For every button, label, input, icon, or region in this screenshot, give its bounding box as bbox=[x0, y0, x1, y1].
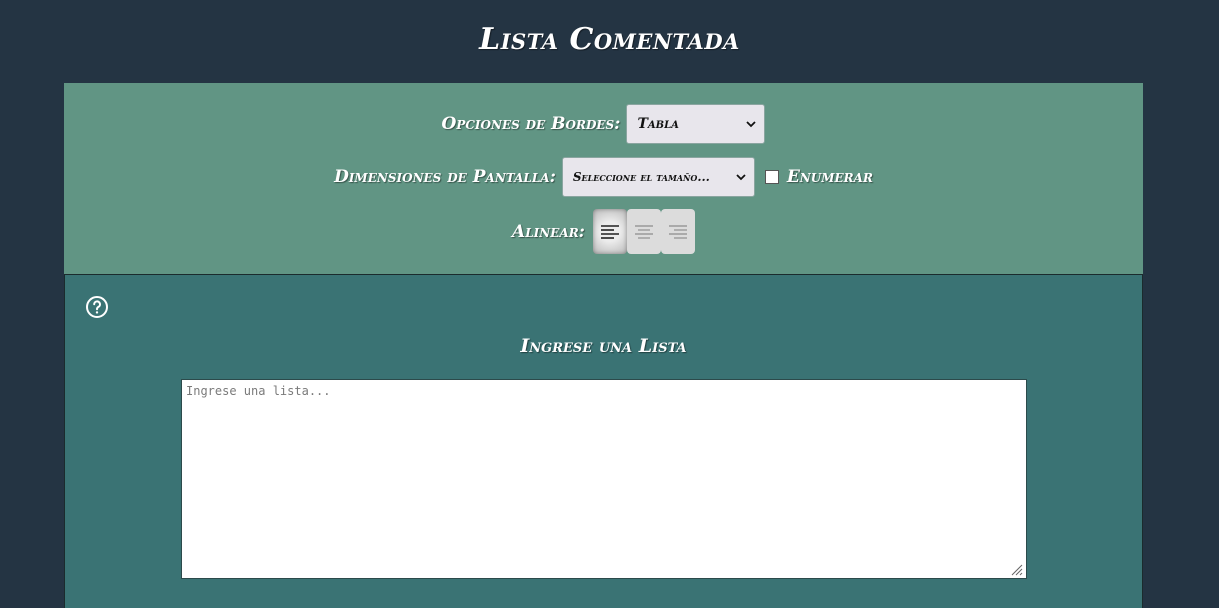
align-row: Alinear: bbox=[64, 209, 1143, 254]
dimensions-select[interactable]: Seleccione el tamaño... bbox=[561, 157, 755, 197]
align-center-button[interactable] bbox=[626, 209, 661, 254]
borders-label: Opciones de Bordes: bbox=[441, 114, 621, 134]
borders-select[interactable]: Tabla bbox=[626, 104, 766, 144]
chevron-down-icon bbox=[746, 121, 757, 128]
align-right-icon bbox=[668, 224, 687, 239]
list-textarea[interactable] bbox=[181, 379, 1027, 579]
align-left-icon bbox=[600, 224, 619, 239]
align-left-button[interactable] bbox=[592, 209, 627, 254]
chevron-down-icon bbox=[736, 174, 746, 181]
page-title: Lista Comentada bbox=[479, 22, 740, 57]
align-right-button[interactable] bbox=[660, 209, 695, 254]
borders-row: Opciones de Bordes: Tabla bbox=[64, 103, 1143, 145]
options-panel: Opciones de Bordes: Tabla Dimensiones de… bbox=[64, 83, 1143, 274]
list-panel: Ingrese una Lista bbox=[64, 274, 1143, 608]
borders-select-value: Tabla bbox=[637, 116, 679, 132]
align-center-icon bbox=[634, 224, 653, 239]
list-heading: Ingrese una Lista bbox=[520, 335, 687, 357]
enumerate-label: Enumerar bbox=[786, 167, 873, 187]
dimensions-label: Dimensiones de Pantalla: bbox=[334, 167, 556, 187]
align-label: Alinear: bbox=[512, 221, 585, 242]
help-circle-icon[interactable] bbox=[85, 295, 109, 319]
dimensions-row: Dimensiones de Pantalla: Seleccione el t… bbox=[64, 156, 1143, 198]
enumerate-checkbox[interactable] bbox=[764, 170, 779, 184]
dimensions-select-value: Seleccione el tamaño... bbox=[572, 170, 710, 184]
